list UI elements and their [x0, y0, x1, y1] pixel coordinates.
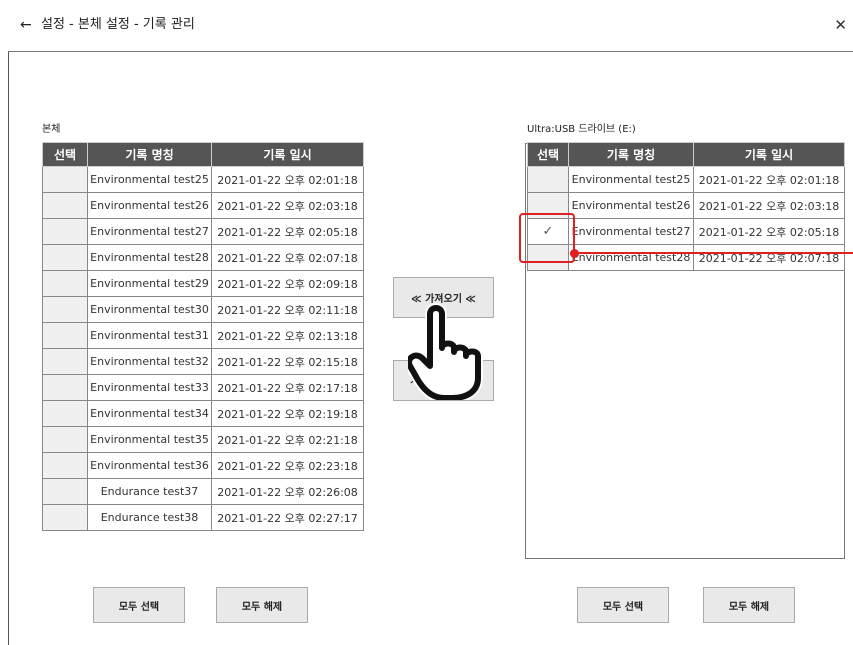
table-row[interactable]: ✓ Environmental test27 2021-01-22 오후 02:05… — [527, 218, 845, 245]
table-row[interactable]: Environmental test29 2021-01-22 오후 02:09:… — [42, 270, 364, 297]
right-deselect-all-button[interactable]: 모두 해제 — [703, 587, 795, 623]
row-checkbox[interactable] — [42, 218, 88, 245]
record-date-cell: 2021-01-22 오후 02:05:18 — [211, 218, 364, 245]
table-row[interactable]: Environmental test26 2021-01-22 오후 02:03:… — [42, 192, 364, 219]
table-row[interactable]: Environmental test28 2021-01-22 오후 02:07:… — [42, 244, 364, 271]
table-row[interactable]: Endurance test38 2021-01-22 오후 02:27:17 — [42, 504, 364, 531]
row-checkbox[interactable] — [42, 322, 88, 349]
row-checkbox[interactable] — [42, 504, 88, 531]
table-row[interactable]: Environmental test33 2021-01-22 오후 02:17:… — [42, 374, 364, 401]
record-name-cell: Environmental test29 — [87, 270, 212, 297]
record-name-cell: Environmental test31 — [87, 322, 212, 349]
record-name-cell: Environmental test26 — [568, 192, 694, 219]
record-name-cell: Environmental test32 — [87, 348, 212, 375]
hand-pointer-icon — [408, 303, 483, 400]
record-date-cell: 2021-01-22 오후 02:07:18 — [211, 244, 364, 271]
column-header-date: 기록 일시 — [211, 142, 364, 167]
table-row[interactable]: Environmental test25 2021-01-22 오후 02:01:… — [42, 166, 364, 193]
table-row[interactable]: Environmental test27 2021-01-22 오후 02:05:… — [42, 218, 364, 245]
table-row[interactable]: Environmental test34 2021-01-22 오후 02:19:… — [42, 400, 364, 427]
table-row[interactable]: Environmental test32 2021-01-22 오후 02:15:… — [42, 348, 364, 375]
row-checkbox[interactable] — [42, 400, 88, 427]
record-date-cell: 2021-01-22 오후 02:17:18 — [211, 374, 364, 401]
left-deselect-all-button[interactable]: 모두 해제 — [216, 587, 308, 623]
record-date-cell: 2021-01-22 오후 02:27:17 — [211, 504, 364, 531]
record-name-cell: Environmental test26 — [87, 192, 212, 219]
record-name-cell: Environmental test25 — [87, 166, 212, 193]
record-name-cell: Environmental test30 — [87, 296, 212, 323]
record-date-cell: 2021-01-22 오후 02:15:18 — [211, 348, 364, 375]
table-row[interactable]: Endurance test37 2021-01-22 오후 02:26:08 — [42, 478, 364, 505]
column-header-select: 선택 — [42, 142, 88, 167]
record-date-cell: 2021-01-22 오후 02:21:18 — [211, 426, 364, 453]
row-checkbox[interactable] — [527, 166, 569, 193]
row-checkbox[interactable] — [42, 296, 88, 323]
record-name-cell: Environmental test28 — [87, 244, 212, 271]
page-title: 설정 - 본체 설정 - 기록 관리 — [41, 17, 195, 32]
row-checkbox[interactable] — [42, 478, 88, 505]
column-header-name: 기록 명칭 — [568, 142, 694, 167]
record-date-cell: 2021-01-22 오후 02:01:18 — [211, 166, 364, 193]
back-arrow-icon[interactable]: ← — [20, 17, 32, 33]
record-date-cell: 2021-01-22 오후 02:11:18 — [211, 296, 364, 323]
column-header-name: 기록 명칭 — [87, 142, 212, 167]
row-checkbox[interactable] — [42, 426, 88, 453]
left-panel-label: 본체 — [42, 124, 61, 135]
close-icon[interactable]: ✕ — [834, 16, 847, 34]
record-name-cell: Environmental test35 — [87, 426, 212, 453]
record-name-cell: Environmental test36 — [87, 452, 212, 479]
table-row[interactable]: Environmental test35 2021-01-22 오후 02:21:… — [42, 426, 364, 453]
table-row[interactable]: Environmental test31 2021-01-22 오후 02:13:… — [42, 322, 364, 349]
record-name-cell: Environmental test25 — [568, 166, 694, 193]
row-checkbox[interactable] — [42, 452, 88, 479]
record-date-cell: 2021-01-22 오후 02:03:18 — [693, 192, 845, 219]
table-row[interactable]: Environmental test36 2021-01-22 오후 02:23:… — [42, 452, 364, 479]
left-select-all-button[interactable]: 모두 선택 — [93, 587, 185, 623]
record-name-cell: Endurance test37 — [87, 478, 212, 505]
selection-highlight-box — [519, 213, 575, 263]
column-header-date: 기록 일시 — [693, 142, 845, 167]
row-checkbox[interactable] — [42, 270, 88, 297]
record-name-cell: Environmental test27 — [568, 218, 694, 245]
record-date-cell: 2021-01-22 오후 02:13:18 — [211, 322, 364, 349]
record-date-cell: 2021-01-22 오후 02:19:18 — [211, 400, 364, 427]
right-select-all-button[interactable]: 모두 선택 — [577, 587, 669, 623]
record-name-cell: Environmental test34 — [87, 400, 212, 427]
record-date-cell: 2021-01-22 오후 02:09:18 — [211, 270, 364, 297]
record-date-cell: 2021-01-22 오후 02:03:18 — [211, 192, 364, 219]
table-row[interactable]: Environmental test26 2021-01-22 오후 02:03:… — [527, 192, 845, 219]
record-name-cell: Environmental test28 — [568, 244, 694, 271]
row-checkbox[interactable] — [42, 348, 88, 375]
record-date-cell: 2021-01-22 오후 02:05:18 — [693, 218, 845, 245]
callout-dot — [570, 249, 579, 258]
right-panel-label: Ultra:USB 드라이브 (E:) — [527, 124, 636, 135]
record-name-cell: Endurance test38 — [87, 504, 212, 531]
record-date-cell: 2021-01-22 오후 02:26:08 — [211, 478, 364, 505]
record-name-cell: Environmental test33 — [87, 374, 212, 401]
row-checkbox[interactable] — [42, 244, 88, 271]
table-row[interactable]: Environmental test25 2021-01-22 오후 02:01:… — [527, 166, 845, 193]
left-record-table: 선택 기록 명칭 기록 일시 Environmental test25 2021-… — [42, 142, 364, 531]
title-bar: ← 설정 - 본체 설정 - 기록 관리 ✕ — [8, 0, 853, 52]
table-row[interactable]: Environmental test30 2021-01-22 오후 02:11:… — [42, 296, 364, 323]
callout-line — [575, 252, 853, 254]
record-name-cell: Environmental test27 — [87, 218, 212, 245]
record-date-cell: 2021-01-22 오후 02:01:18 — [693, 166, 845, 193]
record-date-cell: 2021-01-22 오후 02:23:18 — [211, 452, 364, 479]
column-header-select: 선택 — [527, 142, 569, 167]
row-checkbox[interactable] — [42, 374, 88, 401]
row-checkbox[interactable] — [42, 192, 88, 219]
record-date-cell: 2021-01-22 오후 02:07:18 — [693, 244, 845, 271]
row-checkbox[interactable] — [42, 166, 88, 193]
